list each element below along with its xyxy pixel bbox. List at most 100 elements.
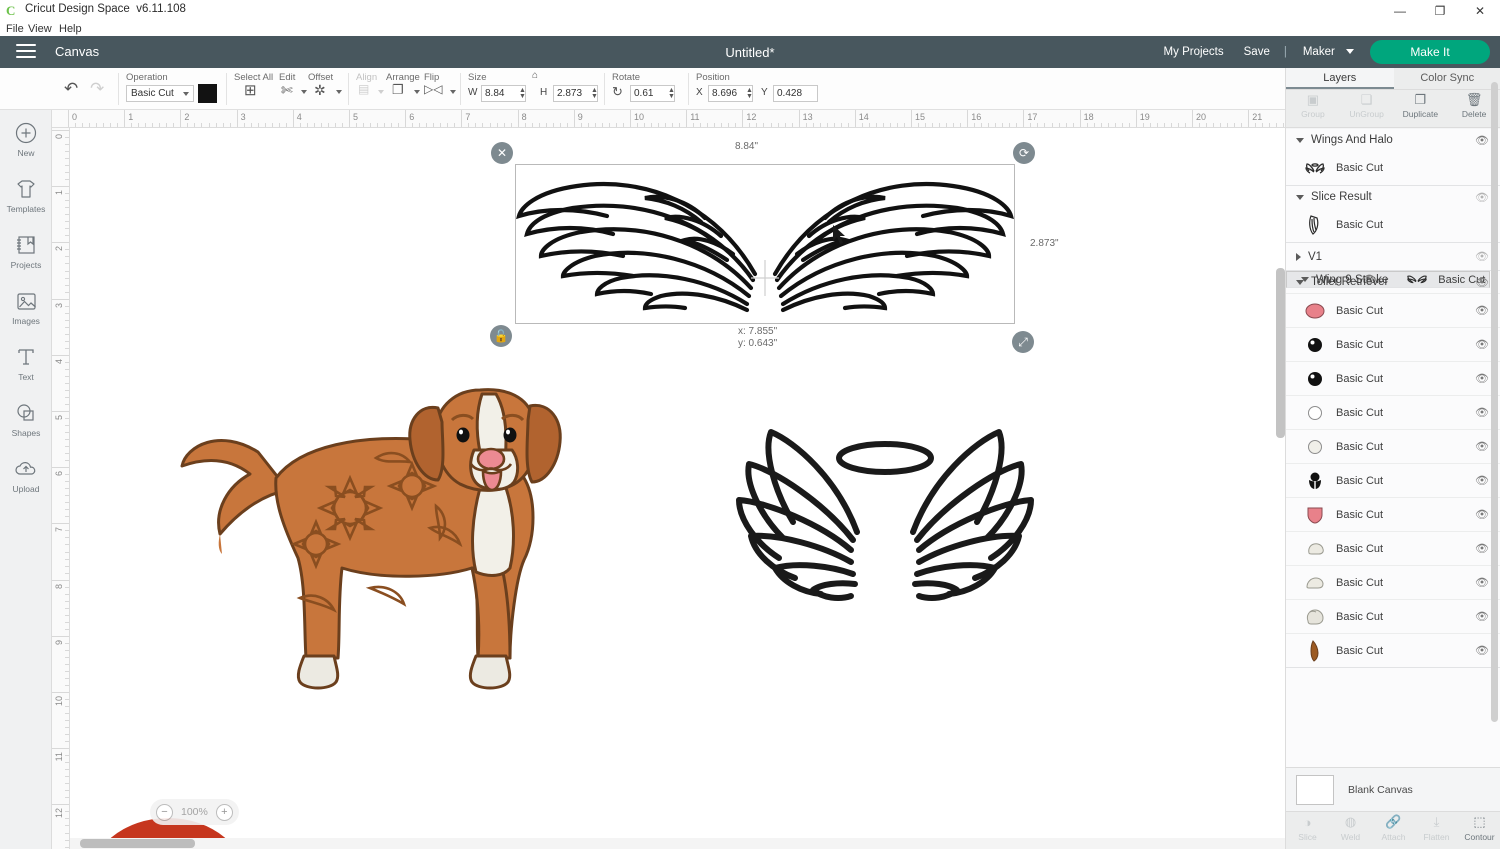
chevron-down-icon[interactable] — [414, 90, 420, 94]
zoom-in-button[interactable]: + — [216, 804, 233, 821]
chevron-right-icon[interactable] — [1296, 253, 1301, 261]
wings-and-halo-artwork[interactable] — [675, 418, 1095, 618]
contour-button[interactable]: ⬚ Contour — [1458, 812, 1500, 849]
edit-scissors-icon[interactable]: ✄ — [281, 83, 293, 97]
layer-visibility-icon[interactable]: 👁 — [1475, 338, 1489, 351]
rotate-selection-handle[interactable]: ⟳ — [1013, 142, 1035, 164]
menu-item-help[interactable]: Help — [59, 22, 82, 36]
tab-layers[interactable]: Layers — [1286, 68, 1394, 89]
resize-selection-handle[interactable]: ⤢ — [1012, 331, 1034, 353]
sidebar-item-templates[interactable]: Templates — [0, 176, 52, 214]
layer-row[interactable]: Basic Cut 👁 — [1286, 565, 1500, 599]
layers-scroll-thumb[interactable] — [1491, 82, 1498, 722]
group-button[interactable]: ▣ Group — [1286, 90, 1340, 127]
width-stepper[interactable]: ▲▼ — [518, 85, 527, 102]
visibility-toggle-icon[interactable]: 👁 — [1475, 276, 1489, 289]
layer-row[interactable]: Basic Cut — [1286, 151, 1500, 185]
chevron-down-icon[interactable] — [1296, 138, 1304, 143]
undo-icon[interactable]: ↶ — [64, 80, 78, 97]
toller-retriever-artwork[interactable] — [180, 328, 600, 698]
rotate-icon[interactable]: ↻ — [612, 85, 623, 98]
layer-group-toller-retriever[interactable]: Toller Retriever 👁 Basic Cut 👁 Basic Cut — [1286, 271, 1500, 668]
slice-button[interactable]: ◑ Slice — [1286, 812, 1329, 849]
chevron-down-icon[interactable] — [1296, 195, 1304, 200]
menu-item-file[interactable]: File — [6, 22, 24, 36]
layer-visibility-icon[interactable]: 👁 — [1475, 474, 1489, 487]
layer-row[interactable]: Basic Cut 👁 — [1286, 497, 1500, 531]
rotate-stepper[interactable]: ▲▼ — [667, 85, 676, 102]
save-button[interactable]: Save — [1234, 46, 1280, 58]
zoom-out-button[interactable]: − — [156, 804, 173, 821]
layer-group-header[interactable]: Toller Retriever 👁 — [1286, 271, 1500, 293]
chevron-down-icon[interactable] — [301, 90, 307, 94]
layer-visibility-icon[interactable]: 👁 — [1475, 576, 1489, 589]
visibility-toggle-icon[interactable]: 👁 — [1475, 134, 1489, 147]
layer-row[interactable]: Basic Cut 👁 — [1286, 395, 1500, 429]
machine-selector[interactable]: Maker — [1291, 46, 1358, 58]
canvas-horizontal-scrollbar[interactable] — [70, 838, 1285, 849]
menu-item-view[interactable]: View — [28, 22, 52, 36]
delete-selection-handle[interactable]: ✕ — [491, 142, 513, 164]
sidebar-item-images[interactable]: Images — [0, 288, 52, 326]
layer-group-slice-result[interactable]: Slice Result 👁 Basic Cut — [1286, 186, 1500, 243]
layer-visibility-icon[interactable]: 👁 — [1475, 610, 1489, 623]
canvas-hscroll-thumb[interactable] — [80, 839, 195, 848]
zoom-control[interactable]: − 100% + — [150, 799, 239, 825]
operation-select[interactable]: Basic Cut — [126, 85, 194, 102]
layer-visibility-icon[interactable]: 👁 — [1475, 508, 1489, 521]
layer-visibility-icon[interactable]: 👁 — [1475, 440, 1489, 453]
x-stepper[interactable]: ▲▼ — [745, 85, 754, 102]
y-input[interactable]: 0.428 — [773, 85, 818, 102]
layer-group-wings-and-halo[interactable]: Wings And Halo 👁 Basic Cut — [1286, 129, 1500, 186]
chevron-down-icon[interactable] — [336, 90, 342, 94]
chevron-down-icon[interactable] — [1296, 280, 1304, 285]
layer-visibility-icon[interactable]: 👁 — [1475, 304, 1489, 317]
layer-row[interactable]: Basic Cut 👁 — [1286, 463, 1500, 497]
layer-visibility-icon[interactable]: 👁 — [1475, 542, 1489, 555]
redo-icon[interactable]: ↷ — [90, 80, 104, 97]
select-all-icon[interactable]: ⊞ — [244, 83, 257, 98]
layer-visibility-icon[interactable]: 👁 — [1475, 644, 1489, 657]
minimize-button[interactable]: — — [1380, 0, 1420, 22]
ungroup-button[interactable]: ❏ UnGroup — [1340, 90, 1394, 127]
duplicate-button[interactable]: ❐ Duplicate — [1394, 90, 1448, 127]
layer-row[interactable]: Basic Cut 👁 — [1286, 599, 1500, 633]
weld-button[interactable]: ◍ Weld — [1329, 812, 1372, 849]
design-canvas[interactable]: ✕ ⟳ 🔓 ⤢ 8.84" 2.873" x: 7.855" y: 0.643" — [70, 128, 1285, 849]
layer-row[interactable]: Basic Cut 👁 — [1286, 327, 1500, 361]
flatten-button[interactable]: ⤓ Flatten — [1415, 812, 1458, 849]
layer-group-header[interactable]: Slice Result 👁 — [1286, 186, 1500, 208]
attach-button[interactable]: 🔗 Attach — [1372, 812, 1415, 849]
layer-row[interactable]: Basic Cut — [1286, 208, 1500, 242]
layers-list[interactable]: Wings And Halo 👁 Basic Cut — [1286, 129, 1500, 829]
layer-row[interactable]: Basic Cut 👁 — [1286, 361, 1500, 395]
offset-icon[interactable]: ✲ — [314, 83, 326, 97]
maximize-button[interactable]: ❐ — [1420, 0, 1460, 22]
sidebar-item-new[interactable]: New — [0, 120, 52, 158]
visibility-toggle-icon[interactable]: 👁 — [1475, 250, 1489, 263]
sidebar-item-shapes[interactable]: Shapes — [0, 400, 52, 438]
close-button[interactable]: ✕ — [1460, 0, 1500, 22]
height-stepper[interactable]: ▲▼ — [590, 85, 599, 102]
horizontal-ruler[interactable]: 0123456789101112131415161718192021 — [52, 110, 1285, 128]
sidebar-item-projects[interactable]: Projects — [0, 232, 52, 270]
arrange-icon[interactable]: ❐ — [392, 83, 404, 96]
sidebar-item-upload[interactable]: Upload — [0, 456, 52, 494]
layers-scrollbar[interactable] — [1491, 72, 1498, 760]
layer-row[interactable]: Basic Cut 👁 — [1286, 429, 1500, 463]
layer-row[interactable]: Basic Cut 👁 — [1286, 293, 1500, 327]
chevron-down-icon[interactable] — [450, 90, 456, 94]
vertical-ruler[interactable]: 0123456789101112 — [52, 128, 70, 849]
blank-canvas-row[interactable]: Blank Canvas — [1286, 767, 1500, 811]
color-swatch-button[interactable] — [198, 84, 217, 103]
layer-row[interactable]: Basic Cut 👁 — [1286, 531, 1500, 565]
visibility-toggle-icon[interactable]: 👁 — [1475, 191, 1489, 204]
make-it-button[interactable]: Make It — [1370, 40, 1490, 64]
canvas-vertical-scrollbar[interactable] — [1276, 268, 1285, 438]
selected-wings-artwork[interactable] — [515, 164, 1015, 324]
tab-color-sync[interactable]: Color Sync — [1394, 68, 1500, 89]
layer-group-header[interactable]: Wings And Halo 👁 — [1286, 129, 1500, 151]
layer-row[interactable]: Basic Cut 👁 — [1286, 633, 1500, 667]
flip-icon[interactable]: ▷◁ — [424, 83, 442, 95]
my-projects-link[interactable]: My Projects — [1154, 46, 1234, 58]
